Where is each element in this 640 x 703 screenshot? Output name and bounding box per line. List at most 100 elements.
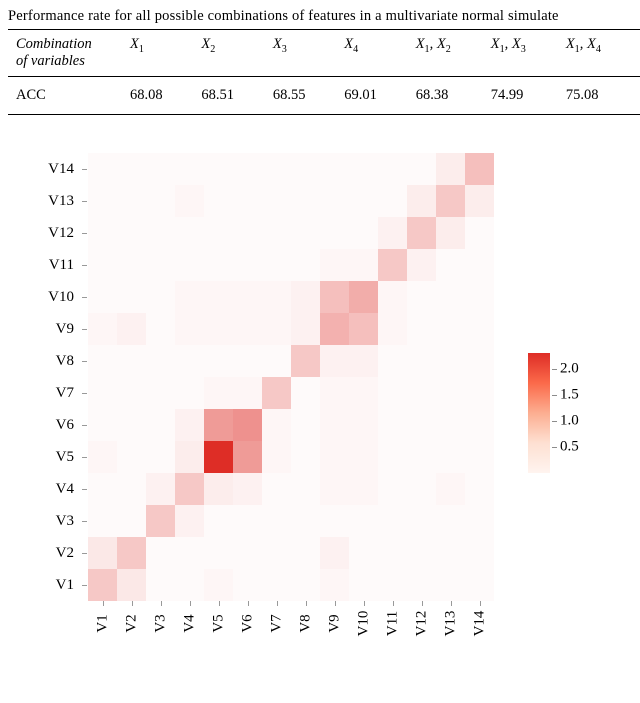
heatmap-cell <box>233 377 262 409</box>
heatmap-cell <box>233 281 262 313</box>
heatmap-cell <box>465 217 494 249</box>
heatmap-cell <box>465 505 494 537</box>
heatmap-cell <box>175 377 204 409</box>
heatmap-cell <box>88 249 117 281</box>
heatmap-cell <box>262 217 291 249</box>
heatmap-cell <box>436 345 465 377</box>
heatmap-cell <box>117 345 146 377</box>
performance-table: Performance rate for all possible combin… <box>8 8 640 115</box>
heatmap-cell <box>204 409 233 441</box>
heatmap-cell <box>407 473 436 505</box>
heatmap-cell <box>88 409 117 441</box>
table-header-row: Combination of variables X1X2X3X4X1, X2X… <box>8 30 640 77</box>
y-tick-label: V2 <box>28 537 80 569</box>
heatmap-cell <box>465 249 494 281</box>
heatmap-cell <box>349 217 378 249</box>
acc-cell: 68.08 <box>122 77 193 115</box>
x-tick-label: V14 <box>465 611 494 671</box>
heatmap-cell <box>378 313 407 345</box>
heatmap-cell <box>88 345 117 377</box>
y-tick-label: V8 <box>28 345 80 377</box>
color-legend: 2.01.51.00.5 <box>528 353 628 473</box>
header-cell: X4 <box>336 30 407 77</box>
heatmap-cell <box>436 281 465 313</box>
heatmap-cell <box>320 441 349 473</box>
heatmap-cell <box>233 473 262 505</box>
heatmap-cell <box>262 281 291 313</box>
legend-tick-label: 1.5 <box>560 386 579 403</box>
heatmap-cell <box>465 441 494 473</box>
heatmap-cell <box>407 505 436 537</box>
heatmap-cell <box>233 185 262 217</box>
heatmap-cell <box>465 185 494 217</box>
heatmap-cell <box>88 537 117 569</box>
heatmap-cell <box>320 185 349 217</box>
heatmap-cell <box>262 409 291 441</box>
heatmap-cell <box>117 441 146 473</box>
x-tick-label: V4 <box>175 611 204 671</box>
x-tick-label: V2 <box>117 611 146 671</box>
heatmap-cell <box>407 569 436 601</box>
legend-labels: 2.01.51.00.5 <box>560 353 620 473</box>
heatmap-cell <box>175 217 204 249</box>
heatmap-cell <box>175 537 204 569</box>
heatmap-cell <box>465 345 494 377</box>
acc-cell: 69.01 <box>336 77 407 115</box>
heatmap-cell <box>175 345 204 377</box>
header-cell: X1, X4 <box>558 30 633 77</box>
heatmap-cell <box>175 473 204 505</box>
heatmap-cell <box>436 441 465 473</box>
heatmap-cell <box>378 441 407 473</box>
heatmap-cell <box>320 153 349 185</box>
heatmap-cell <box>175 569 204 601</box>
heatmap-cell <box>204 281 233 313</box>
y-tick-label: V11 <box>28 249 80 281</box>
heatmap-cell <box>407 377 436 409</box>
heatmap-cell <box>146 345 175 377</box>
heatmap-cell <box>204 185 233 217</box>
heatmap-cell <box>88 569 117 601</box>
heatmap-cell <box>436 249 465 281</box>
heatmap-cell <box>233 505 262 537</box>
heatmap-cell <box>88 473 117 505</box>
heatmap-cell <box>262 313 291 345</box>
heatmap-cell <box>204 473 233 505</box>
x-axis-labels: V1V2V3V4V5V6V7V8V9V10V11V12V13V14 <box>88 611 494 671</box>
heatmap-cell <box>291 345 320 377</box>
heatmap-cell <box>291 313 320 345</box>
heatmap-cell <box>233 153 262 185</box>
x-tick-label: V13 <box>436 611 465 671</box>
heatmap-cell <box>407 345 436 377</box>
heatmap-cell <box>349 377 378 409</box>
heatmap-chart: V14V13V12V11V10V9V8V7V6V5V4V3V2V1 V1V2V3… <box>8 143 640 683</box>
header-cell: X2, X3 <box>633 30 640 77</box>
acc-cell: 75.08 <box>558 77 633 115</box>
heatmap-cell <box>88 505 117 537</box>
heatmap-cell <box>378 409 407 441</box>
legend-ticks <box>552 353 558 473</box>
heatmap-cell <box>465 153 494 185</box>
heatmap-cell <box>378 281 407 313</box>
heatmap-cell <box>233 409 262 441</box>
heatmap-cell <box>262 569 291 601</box>
y-tick-label: V12 <box>28 217 80 249</box>
heatmap-cell <box>378 505 407 537</box>
heatmap-cell <box>117 569 146 601</box>
heatmap-cell <box>320 281 349 313</box>
heatmap-cell <box>465 473 494 505</box>
heatmap-cell <box>117 313 146 345</box>
legend-gradient <box>528 353 550 473</box>
heatmap-grid <box>88 153 494 601</box>
y-tick-label: V7 <box>28 377 80 409</box>
heatmap-cell <box>88 313 117 345</box>
x-tick-label: V1 <box>88 611 117 671</box>
heatmap-cell <box>320 473 349 505</box>
heatmap-cell <box>117 537 146 569</box>
heatmap-cell <box>262 249 291 281</box>
heatmap-cell <box>291 505 320 537</box>
acc-cell: 68.55 <box>265 77 336 115</box>
heatmap-cell <box>262 153 291 185</box>
heatmap-cell <box>407 409 436 441</box>
heatmap-cell <box>233 313 262 345</box>
heatmap-cell <box>407 281 436 313</box>
